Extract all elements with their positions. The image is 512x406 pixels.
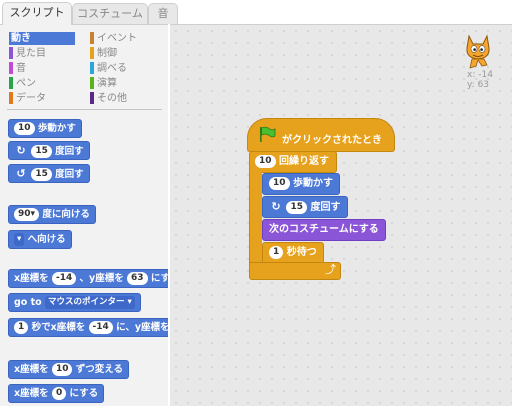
category-more[interactable]: その他 [90, 92, 127, 105]
block-text: 回繰り返す [279, 156, 330, 167]
block-text: にする [69, 388, 99, 399]
color-swatch [90, 77, 94, 89]
category-label: その他 [97, 93, 127, 104]
sprite-cat-icon [466, 34, 490, 69]
color-swatch [9, 47, 13, 59]
block-text: へ向ける [27, 234, 66, 245]
sprite-coordinates: x: -14 y: 63 [467, 70, 493, 90]
category-label: 制御 [97, 48, 117, 59]
target-dropdown[interactable]: ▾ [14, 233, 25, 246]
block-text: 秒でx座標を [31, 322, 86, 333]
block-go-to-xy[interactable]: x座標を -14 、y座標を 63 にする [8, 269, 168, 288]
category-control[interactable]: 制御 [90, 47, 117, 60]
color-swatch [90, 32, 94, 44]
block-text: 度回す [55, 146, 84, 157]
category-pen[interactable]: ペン [9, 77, 36, 90]
category-sound[interactable]: 音 [9, 62, 26, 75]
block-text: に、y座標を [116, 322, 168, 333]
category-label: 動き [11, 33, 31, 44]
color-swatch [90, 92, 94, 104]
x-input[interactable]: -14 [51, 272, 77, 285]
x-input[interactable]: -14 [88, 321, 113, 334]
block-text: 度回す [55, 169, 84, 180]
category-operators[interactable]: 演算 [90, 77, 117, 90]
block-repeat[interactable]: 10 回繰り返す [249, 151, 337, 173]
repeat-c-arm [249, 170, 262, 270]
category-looks[interactable]: 見た目 [9, 47, 46, 60]
sprite-x-readout: x: -14 [467, 70, 493, 80]
tab-scripts[interactable]: スクリプト [2, 2, 72, 25]
degrees-input[interactable]: 15 [31, 168, 52, 181]
target-dropdown[interactable]: マウスのポインター ▾ [45, 296, 135, 309]
tab-sounds[interactable]: 音 [148, 3, 178, 24]
sprite-y-readout: y: 63 [467, 80, 490, 90]
repeat-count-input[interactable]: 10 [255, 155, 276, 168]
green-flag-icon [260, 126, 276, 142]
steps-input[interactable]: 10 [14, 122, 35, 135]
category-label: データ [16, 93, 46, 104]
seconds-input[interactable]: 1 [14, 321, 29, 334]
block-text: 、y座標を [79, 273, 124, 284]
color-swatch [90, 62, 94, 74]
steps-input[interactable]: 10 [269, 177, 290, 190]
block-text: 次のコスチュームにする [269, 224, 379, 235]
category-label: イベント [97, 33, 137, 44]
color-swatch [9, 92, 13, 104]
color-swatch [9, 77, 13, 89]
block-text: go to [14, 297, 42, 308]
block-move-steps[interactable]: 10 歩動かす [8, 119, 82, 138]
block-text: にする [150, 273, 168, 284]
block-palette: 動き 見た目 音 ペン データ イベント 制御 調べる 演算 その他 10 歩動… [0, 24, 168, 406]
block-text: 歩動かす [37, 123, 76, 134]
tab-bar: スクリプト コスチューム 音 [0, 0, 512, 25]
color-swatch [9, 62, 13, 74]
block-set-x[interactable]: x座標を 0 にする [8, 384, 105, 403]
x-input[interactable]: 0 [51, 387, 67, 400]
loop-arrow-icon: ⤴ [325, 263, 336, 276]
block-next-costume[interactable]: 次のコスチュームにする [262, 219, 386, 241]
block-turn-left[interactable]: ↺ 15 度回す [8, 164, 90, 183]
category-motion[interactable]: 動き [9, 32, 75, 45]
category-label: ペン [16, 78, 36, 89]
block-text: 度回す [310, 202, 341, 213]
block-move-steps[interactable]: 10 歩動かす [262, 173, 341, 195]
category-sensing[interactable]: 調べる [90, 62, 127, 75]
repeat-block-bottom: ⤴ [249, 262, 341, 280]
block-go-to[interactable]: go to マウスのポインター ▾ [8, 293, 141, 312]
block-text: x座標を [14, 388, 49, 399]
x-change-input[interactable]: 10 [51, 363, 73, 376]
rotate-clockwise-icon: ↻ [16, 144, 26, 157]
category-events[interactable]: イベント [90, 32, 137, 45]
block-point-towards[interactable]: ▾ へ向ける [8, 230, 72, 249]
block-text: 秒待つ [286, 247, 317, 258]
block-point-in-direction[interactable]: 90▾ 度に向ける [8, 205, 96, 224]
block-turn-right[interactable]: ↻ 15 度回す [262, 196, 348, 218]
color-swatch [90, 47, 94, 59]
palette-divider [7, 109, 162, 110]
y-input[interactable]: 63 [127, 272, 148, 285]
degrees-input[interactable]: 15 [31, 145, 52, 158]
block-text: ずつ変える [75, 364, 124, 375]
category-label: 調べる [97, 63, 127, 74]
block-change-x[interactable]: x座標を 10 ずつ変える [8, 360, 130, 379]
category-data[interactable]: データ [9, 92, 46, 105]
category-label: 見た目 [16, 48, 46, 59]
block-text: x座標を [14, 364, 49, 375]
direction-dropdown[interactable]: 90▾ [14, 208, 40, 221]
block-text: 度に向ける [42, 209, 90, 220]
tab-costumes[interactable]: コスチューム [72, 3, 148, 24]
block-wait-seconds[interactable]: 1 秒待つ [262, 242, 324, 264]
rotate-counterclockwise-icon: ↺ [16, 167, 26, 180]
category-label: 演算 [97, 78, 117, 89]
category-label: 音 [16, 63, 26, 74]
seconds-input[interactable]: 1 [269, 246, 284, 259]
degrees-input[interactable]: 15 [286, 201, 308, 214]
block-text: がクリックされたとき [282, 135, 382, 146]
block-turn-right[interactable]: ↻ 15 度回す [8, 141, 90, 160]
block-text: 歩動かす [293, 178, 334, 189]
block-glide[interactable]: 1 秒でx座標を -14 に、y座標を 63 [8, 318, 168, 337]
rotate-clockwise-icon: ↻ [271, 200, 281, 213]
block-text: x座標を [14, 273, 49, 284]
